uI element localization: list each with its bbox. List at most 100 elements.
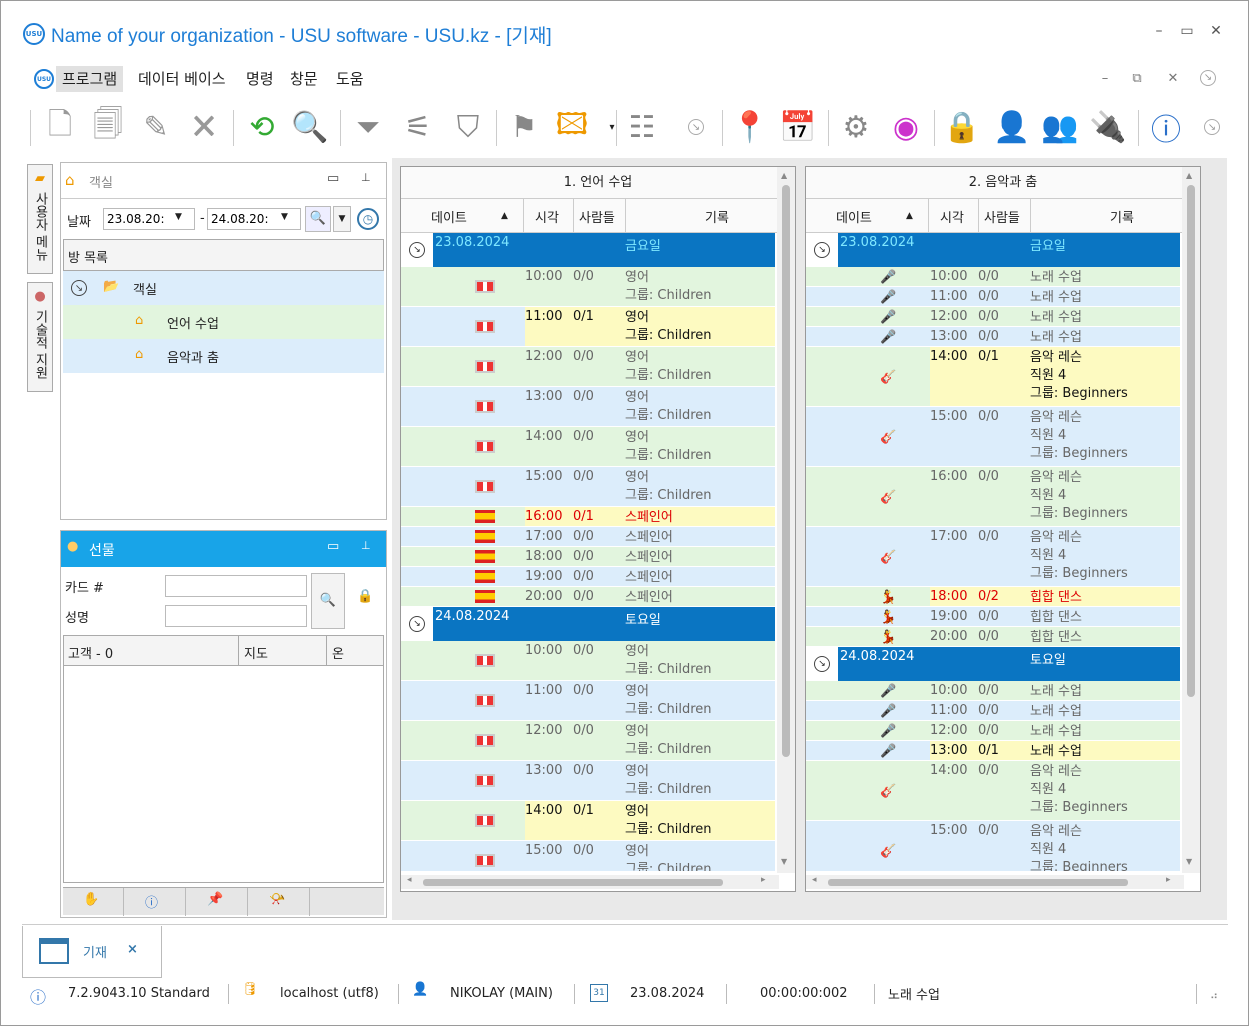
schedule-row[interactable]: 16:00 0/1 스페인어 xyxy=(401,507,775,527)
schedule-row[interactable]: 17:00 0/0 스페인어 xyxy=(401,527,775,547)
schedule-row[interactable]: 🎤 13:00 0/0 노래 수업 xyxy=(806,327,1180,347)
mdi-restore-button[interactable]: ⧉ xyxy=(1128,70,1146,88)
filter-settings-icon[interactable]: ⚟ xyxy=(398,106,438,148)
expand-toolbar-icon[interactable]: ↘ xyxy=(676,106,716,148)
tree-root-row[interactable]: ↘ 📂 객실 xyxy=(63,271,384,305)
schedule-row[interactable]: 11:00 0/0 영어 그룹: Children xyxy=(401,681,775,721)
location-pin-icon[interactable]: 📍 xyxy=(730,106,770,148)
gift-panel-pin-icon[interactable]: ⊥ xyxy=(361,539,371,552)
image-icon[interactable]: 🖾 xyxy=(552,106,592,148)
schedule-row[interactable]: 19:00 0/0 스페인어 xyxy=(401,567,775,587)
card-number-field[interactable] xyxy=(165,575,307,597)
col-on[interactable]: 온 xyxy=(332,643,344,662)
menu-windows[interactable]: 창문 xyxy=(284,66,324,92)
add-record-icon[interactable]: 🗋 xyxy=(40,106,80,148)
delete-icon[interactable]: 🗙 xyxy=(184,106,224,148)
sort-asc-icon[interactable]: ▲ xyxy=(501,211,508,221)
schedule-row[interactable]: 15:00 0/0 영어 그룹: Children xyxy=(401,841,775,871)
schedule-row[interactable]: 12:00 0/0 영어 그룹: Children xyxy=(401,347,775,387)
padlock-icon[interactable]: 🔒 xyxy=(357,589,373,604)
schedule-row[interactable]: 🎤 12:00 0/0 노래 수업 xyxy=(806,721,1180,741)
menu-help[interactable]: 도움 xyxy=(330,66,370,92)
schedule-row[interactable]: 20:00 0/0 스페인어 xyxy=(401,587,775,607)
vertical-scrollbar[interactable]: ▲ ▼ xyxy=(777,167,795,873)
user-key-icon[interactable]: 👤 xyxy=(992,106,1032,148)
collapse-group-icon[interactable]: ↘ xyxy=(814,242,830,258)
close-window-button[interactable]: ✕ xyxy=(1206,21,1226,41)
schedule-row[interactable]: 🎤 12:00 0/0 노래 수업 xyxy=(806,307,1180,327)
schedule-row[interactable]: 10:00 0/0 영어 그룹: Children xyxy=(401,641,775,681)
mdi-minimize-button[interactable]: – xyxy=(1096,70,1114,88)
minimize-button[interactable]: – xyxy=(1149,21,1169,41)
tree-item-language[interactable]: ⌂ 언어 수업 xyxy=(63,305,384,339)
date-group-row[interactable]: ↘ 24.08.2024 토요일 xyxy=(401,607,775,641)
schedule-row[interactable]: 💃 19:00 0/0 힙합 댄스 xyxy=(806,607,1180,627)
menu-database[interactable]: 데이터 베이스 xyxy=(132,66,232,92)
schedule-row[interactable]: 🎤 10:00 0/0 노래 수업 xyxy=(806,267,1180,287)
date-from-dropdown-icon[interactable]: ▼ xyxy=(175,212,182,222)
search-icon[interactable]: 🔍 xyxy=(290,106,330,148)
calendar-icon[interactable]: 📅 xyxy=(778,106,818,148)
hand-icon[interactable]: ✋ xyxy=(83,892,99,907)
collapse-group-icon[interactable]: ↘ xyxy=(409,616,425,632)
col-people[interactable]: 사람들 xyxy=(984,207,1020,226)
doc-tab-close-button[interactable]: × xyxy=(127,942,138,957)
col-time[interactable]: 시각 xyxy=(940,207,964,226)
schedule-row[interactable]: 🎸 16:00 0/0 음악 레슨 직원 4 그룹: Beginners xyxy=(806,467,1180,527)
filter-icon[interactable]: ⏷ xyxy=(348,106,388,148)
horizontal-scrollbar[interactable]: ◂ ▸ xyxy=(806,875,1184,889)
date-group-row[interactable]: ↘ 23.08.2024 금요일 xyxy=(401,233,775,267)
horizontal-scrollbar[interactable]: ◂ ▸ xyxy=(401,875,779,889)
schedule-row[interactable]: 12:00 0/0 영어 그룹: Children xyxy=(401,721,775,761)
schedule-row[interactable]: 🎸 14:00 0/1 음악 레슨 직원 4 그룹: Beginners xyxy=(806,347,1180,407)
col-time[interactable]: 시각 xyxy=(535,207,559,226)
schedule-row[interactable]: 11:00 0/1 영어 그룹: Children xyxy=(401,307,775,347)
collapse-group-icon[interactable]: ↘ xyxy=(814,656,830,672)
search-options-dropdown-icon[interactable]: ▼ xyxy=(333,206,351,232)
schedule-row[interactable]: 10:00 0/0 영어 그룹: Children xyxy=(401,267,775,307)
schedule-row[interactable]: 🎸 15:00 0/0 음악 레슨 직원 4 그룹: Beginners xyxy=(806,821,1180,871)
mdi-close-button[interactable]: ✕ xyxy=(1164,70,1182,88)
refresh-icon[interactable]: ⟲ xyxy=(242,106,282,148)
columns-icon[interactable]: ☷ xyxy=(622,106,662,148)
customer-search-icon[interactable]: 🔍 xyxy=(311,573,345,629)
col-date[interactable]: 데이트 xyxy=(431,207,467,226)
schedule-row[interactable]: 🎸 14:00 0/0 음악 레슨 직원 4 그룹: Beginners xyxy=(806,761,1180,821)
vertical-scrollbar[interactable]: ▲ ▼ xyxy=(1182,167,1200,873)
schedule-row[interactable]: 13:00 0/0 영어 그룹: Children xyxy=(401,761,775,801)
gift-panel-maximize-button[interactable]: ▭ xyxy=(327,539,339,554)
flag-icon[interactable]: ⚑ xyxy=(504,106,544,148)
col-customers[interactable]: 고객 - 0 xyxy=(68,643,113,662)
color-wheel-icon[interactable]: ◉ xyxy=(886,106,926,148)
expand-menu-icon[interactable]: ↘ xyxy=(1200,70,1218,88)
pin-icon[interactable]: 📌 xyxy=(207,892,223,907)
col-map[interactable]: 지도 xyxy=(244,643,268,662)
schedule-row[interactable]: 🎸 17:00 0/0 음악 레슨 직원 4 그룹: Beginners xyxy=(806,527,1180,587)
clock-icon[interactable]: ◷ xyxy=(357,208,379,230)
schedule-row[interactable]: 14:00 0/0 영어 그룹: Children xyxy=(401,427,775,467)
date-group-row[interactable]: ↘ 23.08.2024 금요일 xyxy=(806,233,1180,267)
side-tab-user-menu[interactable]: ▰ 사용자 메뉴 xyxy=(27,164,53,274)
menu-commands[interactable]: 명령 xyxy=(240,66,280,92)
schedule-row[interactable]: 13:00 0/0 영어 그룹: Children xyxy=(401,387,775,427)
gear-icon[interactable]: ⚙ xyxy=(836,106,876,148)
info-small-icon[interactable]: ⓘ xyxy=(145,892,158,911)
col-date[interactable]: 데이트 xyxy=(836,207,872,226)
info-icon[interactable]: ⓘ xyxy=(1146,106,1186,148)
schedule-row[interactable]: 🎸 15:00 0/0 음악 레슨 직원 4 그룹: Beginners xyxy=(806,407,1180,467)
schedule-row[interactable]: 14:00 0/1 영어 그룹: Children xyxy=(401,801,775,841)
name-field[interactable] xyxy=(165,605,307,627)
collapse-icon[interactable]: ↘ xyxy=(71,280,87,296)
panel-pin-icon[interactable]: ⊥ xyxy=(361,171,371,184)
col-record[interactable]: 기록 xyxy=(1110,207,1134,226)
schedule-row[interactable]: 🎤 13:00 0/1 노래 수업 xyxy=(806,741,1180,761)
collapse-group-icon[interactable]: ↘ xyxy=(409,242,425,258)
filter-apply-icon[interactable]: ⛉ xyxy=(448,106,488,148)
col-people[interactable]: 사람들 xyxy=(579,207,615,226)
col-record[interactable]: 기록 xyxy=(705,207,729,226)
schedule-row[interactable]: 18:00 0/0 스페인어 xyxy=(401,547,775,567)
expand-toolbar-2-icon[interactable]: ↘ xyxy=(1192,106,1232,148)
date-search-icon[interactable]: 🔍 xyxy=(305,206,331,232)
maximize-button[interactable]: ▭ xyxy=(1177,21,1197,41)
schedule-row[interactable]: 💃 20:00 0/0 힙합 댄스 xyxy=(806,627,1180,647)
